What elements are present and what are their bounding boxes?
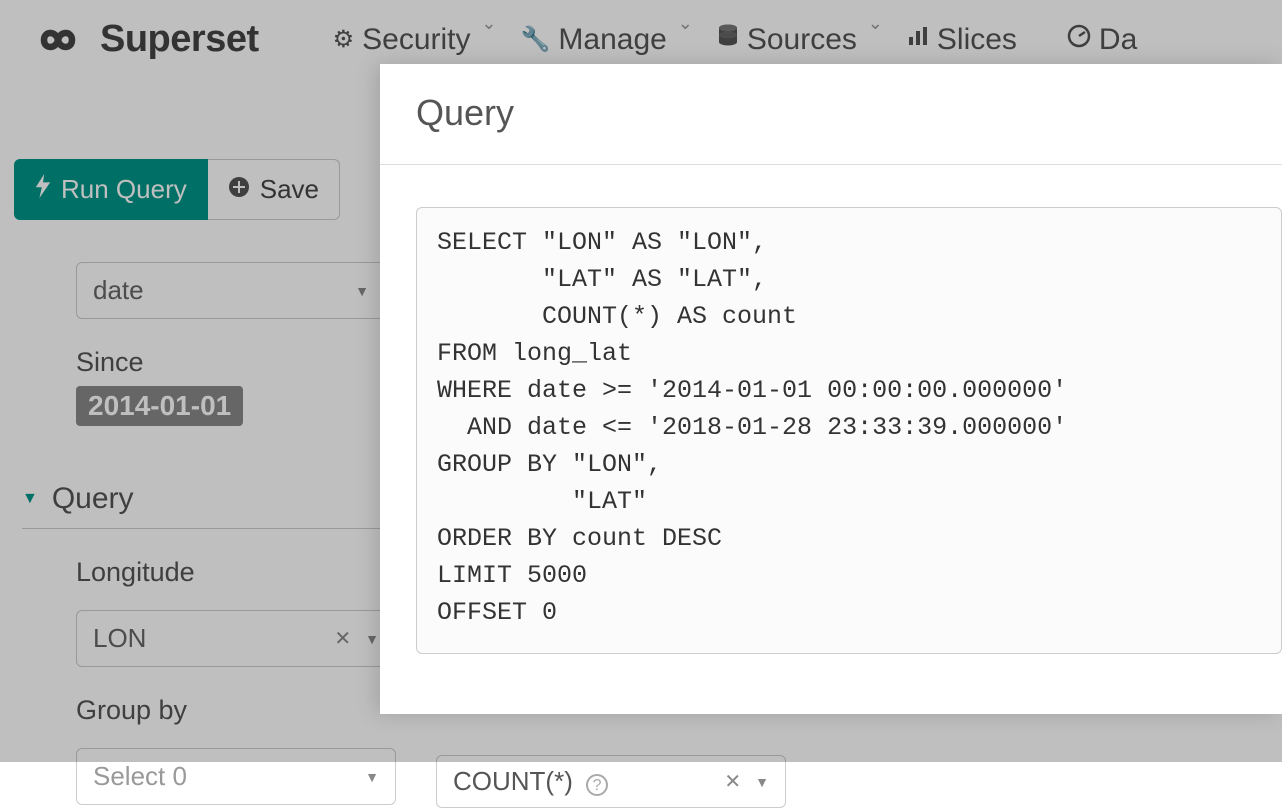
sql-code-block[interactable]: SELECT "LON" AS "LON", "LAT" AS "LAT", C… bbox=[416, 207, 1282, 654]
select-value: COUNT(*) bbox=[453, 766, 573, 796]
metric-select[interactable]: COUNT(*) ? ✕ ▼ bbox=[436, 755, 786, 808]
clear-icon[interactable]: ✕ bbox=[724, 769, 741, 794]
query-modal: Query SELECT "LON" AS "LON", "LAT" AS "L… bbox=[380, 64, 1282, 714]
select-placeholder: Select 0 bbox=[93, 761, 187, 792]
help-icon[interactable]: ? bbox=[586, 774, 608, 796]
divider bbox=[380, 164, 1282, 165]
chevron-down-icon: ▼ bbox=[755, 774, 769, 790]
chevron-down-icon: ▼ bbox=[365, 769, 379, 785]
modal-title: Query bbox=[380, 64, 1282, 164]
